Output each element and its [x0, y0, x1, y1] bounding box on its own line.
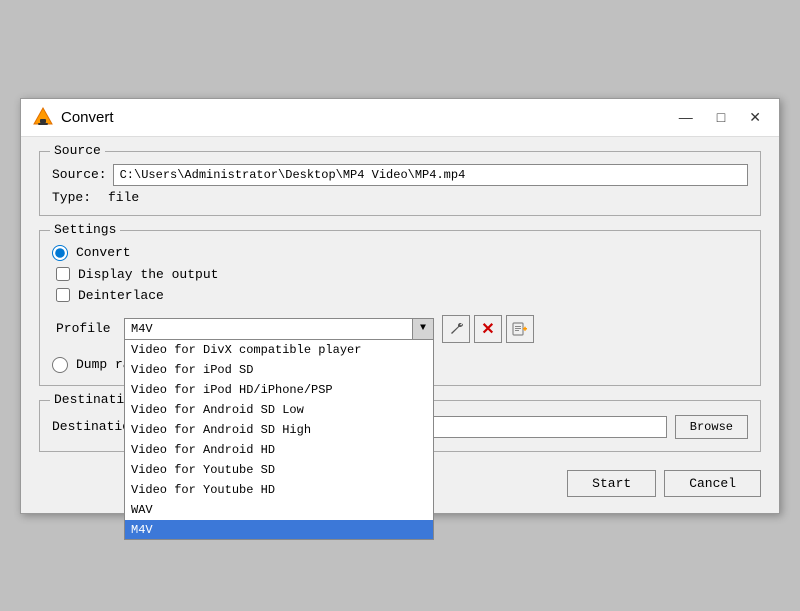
dropdown-item[interactable]: Video for iPod HD/iPhone/PSP	[125, 380, 433, 400]
profile-select-wrapper: M4V ▼ Video for DivX compatible player V…	[124, 318, 434, 340]
settings-group: Settings Convert Display the output Dein…	[39, 230, 761, 386]
profile-display[interactable]: M4V	[124, 318, 434, 340]
profile-buttons: ✕	[442, 315, 534, 343]
vlc-icon	[33, 107, 53, 127]
display-checkbox-label[interactable]: Display the output	[78, 267, 218, 282]
source-row: Source:	[52, 164, 748, 186]
dump-radio[interactable]	[52, 357, 68, 373]
dropdown-item[interactable]: Video for Youtube HD	[125, 480, 433, 500]
dropdown-list: Video for DivX compatible player Video f…	[124, 340, 434, 540]
profile-delete-button[interactable]: ✕	[474, 315, 502, 343]
profile-label: Profile	[56, 321, 116, 336]
window-content: Source Source: Type: file Settings Conve…	[21, 137, 779, 513]
convert-window: Convert — □ ✕ Source Source: Type: file …	[20, 98, 780, 514]
source-input[interactable]	[113, 164, 748, 186]
convert-radio-label[interactable]: Convert	[76, 245, 131, 260]
profile-new-button[interactable]	[506, 315, 534, 343]
browse-button[interactable]: Browse	[675, 415, 748, 439]
type-label: Type:	[52, 190, 102, 205]
dropdown-item[interactable]: Video for DivX compatible player	[125, 340, 433, 360]
title-bar-left: Convert	[33, 107, 114, 127]
wrench-icon	[449, 322, 463, 336]
minimize-button[interactable]: —	[673, 107, 699, 127]
window-title: Convert	[61, 109, 114, 126]
source-group: Source Source: Type: file	[39, 151, 761, 216]
dropdown-item-selected[interactable]: M4V	[125, 520, 433, 540]
deinterlace-checkbox-label[interactable]: Deinterlace	[78, 288, 164, 303]
dropdown-item[interactable]: WAV	[125, 500, 433, 520]
dropdown-item[interactable]: Video for iPod SD	[125, 360, 433, 380]
dropdown-item[interactable]: Video for Android HD	[125, 440, 433, 460]
deinterlace-checkbox[interactable]	[56, 288, 70, 302]
start-button[interactable]: Start	[567, 470, 656, 497]
title-bar-controls: — □ ✕	[673, 107, 767, 128]
cancel-button[interactable]: Cancel	[664, 470, 761, 497]
profile-row: Profile M4V ▼ Video for DivX compatible …	[56, 315, 748, 343]
settings-group-label: Settings	[50, 222, 120, 237]
dropdown-item[interactable]: Video for Youtube SD	[125, 460, 433, 480]
type-value: file	[108, 190, 139, 205]
new-profile-icon	[512, 321, 528, 337]
display-checkbox[interactable]	[56, 267, 70, 281]
type-row: Type: file	[52, 190, 748, 205]
source-label: Source:	[52, 167, 107, 182]
convert-radio[interactable]	[52, 245, 68, 261]
source-group-label: Source	[50, 143, 105, 158]
profile-dropdown: Video for DivX compatible player Video f…	[124, 340, 434, 540]
dropdown-item[interactable]: Video for Android SD High	[125, 420, 433, 440]
dropdown-item[interactable]: Video for Android SD Low	[125, 400, 433, 420]
display-checkbox-row: Display the output	[56, 267, 748, 282]
convert-radio-row: Convert	[52, 245, 748, 261]
profile-settings-button[interactable]	[442, 315, 470, 343]
title-bar: Convert — □ ✕	[21, 99, 779, 137]
maximize-button[interactable]: □	[711, 107, 731, 127]
close-button[interactable]: ✕	[743, 107, 767, 128]
deinterlace-checkbox-row: Deinterlace	[56, 288, 748, 303]
